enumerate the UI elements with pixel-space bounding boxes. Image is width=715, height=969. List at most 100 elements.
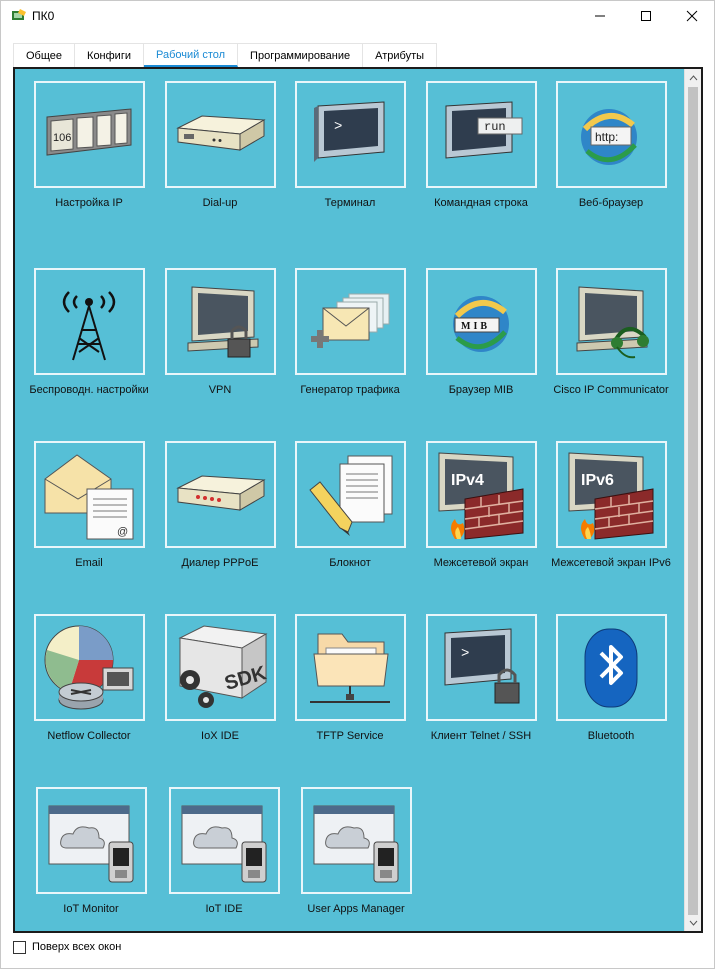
app-terminal[interactable]: > Терминал (286, 81, 414, 210)
bluetooth-icon (584, 628, 638, 707)
scroll-up-button[interactable] (685, 69, 701, 86)
app-mib-browser[interactable]: MIB Браузер MIB (417, 268, 545, 397)
tab-general[interactable]: Общее (13, 43, 76, 67)
app-wireless[interactable]: Беспроводн. настройки (25, 268, 153, 397)
tab-programming[interactable]: Программирование (238, 43, 364, 67)
title-bar[interactable]: ПК0 (1, 1, 714, 31)
app-iot-monitor[interactable]: IoT Monitor (27, 787, 155, 916)
app-netflow-collector[interactable]: Netflow Collector (25, 614, 153, 743)
app-label: Терминал (324, 197, 376, 209)
tab-bar: Общее Конфиги Рабочий стол Программирова… (13, 43, 438, 67)
netflow-pie-icon (44, 625, 134, 709)
sdk-box-icon: SDK (178, 624, 269, 708)
app-label: Диалер PPPoE (181, 557, 259, 569)
svg-text:@: @ (117, 526, 128, 538)
app-pppoe-dialer[interactable]: Диалер PPPoE (156, 441, 284, 570)
chevron-down-icon (689, 920, 698, 926)
svg-text:IPv6: IPv6 (581, 472, 614, 489)
app-label: Email (75, 557, 103, 569)
pc-app-icon (12, 9, 26, 20)
app-label: IoT IDE (205, 903, 243, 915)
app-label: Веб-браузер (578, 197, 644, 209)
tab-desktop[interactable]: Рабочий стол (143, 43, 239, 67)
app-dial-up[interactable]: Dial-up (156, 81, 284, 210)
app-label: VPN (208, 384, 232, 396)
web-browser-icon: http: (581, 108, 637, 165)
app-label: Браузер MIB (448, 384, 514, 396)
minimize-icon (595, 15, 605, 17)
svg-text:MIB: MIB (461, 321, 490, 332)
app-firewall[interactable]: IPv4 Межсетевой экран (417, 441, 545, 570)
app-label: Настройка IP (55, 197, 123, 209)
app-label: Межсетевой экран IPv6 (551, 557, 671, 569)
telnet-ssh-icon: > (444, 627, 520, 703)
app-label: IoT Monitor (63, 903, 119, 915)
svg-text:>: > (461, 646, 469, 662)
app-telnet-ssh[interactable]: > Клиент Telnet / SSH (417, 614, 545, 743)
terminal-icon: > (314, 100, 385, 162)
app-ip-configuration[interactable]: 106 Настройка IP (25, 81, 153, 210)
pppoe-dialer-icon (176, 474, 266, 511)
mib-browser-icon: MIB (453, 295, 509, 352)
app-notepad[interactable]: Блокнот (286, 441, 414, 570)
app-label: Клиент Telnet / SSH (430, 730, 532, 742)
app-command-prompt[interactable]: run Командная строка (417, 81, 545, 210)
vpn-lock-icon (187, 285, 259, 357)
app-user-apps-manager[interactable]: User Apps Manager (292, 787, 420, 916)
wireless-tower-icon (62, 290, 116, 360)
app-label: Генератор трафика (300, 384, 400, 396)
window-title: ПК0 (32, 9, 55, 23)
app-vpn[interactable]: VPN (156, 268, 284, 397)
app-web-browser[interactable]: http: Веб-браузер (547, 81, 675, 210)
dialup-modem-icon (176, 114, 266, 151)
app-traffic-generator[interactable]: Генератор трафика (286, 268, 414, 397)
traffic-generator-icon (311, 293, 390, 348)
close-icon (686, 10, 698, 22)
tab-attributes[interactable]: Атрибуты (363, 43, 438, 67)
tab-config[interactable]: Конфиги (75, 43, 144, 67)
pc-window: ПК0 Общее Конфиги Рабочий стол Программи… (0, 0, 715, 969)
vertical-scrollbar[interactable] (684, 69, 701, 931)
firewall-ipv4-icon: IPv4 (438, 451, 524, 540)
app-iox-ide[interactable]: SDK IoX IDE (156, 614, 284, 743)
close-button[interactable] (669, 1, 715, 31)
app-label: Блокнот (329, 557, 371, 569)
app-firewall-ipv6[interactable]: IPv6 Межсетевой экран IPv6 (547, 441, 675, 570)
email-envelope-icon: @ (44, 453, 134, 539)
ip-config-icon: 106 (46, 107, 132, 156)
firewall-ipv6-icon: IPv6 (568, 451, 654, 540)
iot-cloud-phone-icon (181, 805, 267, 882)
iot-cloud-phone-icon (313, 805, 399, 882)
app-email[interactable]: @ Email (25, 441, 153, 570)
svg-text:>: > (334, 119, 342, 135)
app-tftp-service[interactable]: TFTP Service (286, 614, 414, 743)
app-label: TFTP Service (316, 730, 384, 742)
app-bluetooth[interactable]: Bluetooth (547, 614, 675, 743)
svg-text:run: run (484, 120, 506, 134)
ip-communicator-headset-icon (576, 285, 649, 358)
app-label: Bluetooth (587, 730, 635, 742)
app-label: Командная строка (434, 197, 528, 209)
app-label: Беспроводн. настройки (29, 384, 149, 396)
chevron-up-icon (689, 74, 698, 80)
command-prompt-icon: run (445, 100, 523, 159)
maximize-button[interactable] (623, 1, 669, 31)
tftp-folder-icon (310, 633, 390, 703)
app-label: IoX IDE (201, 730, 239, 742)
app-iot-ide[interactable]: IoT IDE (160, 787, 288, 916)
desktop-panel: 106 Настройка IP Dial-up > Терминал run … (13, 67, 703, 933)
notepad-icon (309, 455, 393, 536)
app-label: Netflow Collector (47, 730, 131, 742)
svg-text:106: 106 (53, 132, 71, 144)
maximize-icon (641, 11, 651, 21)
always-on-top-label: Поверх всех окон (32, 941, 122, 953)
app-label: Межсетевой экран (433, 557, 529, 569)
app-label: User Apps Manager (307, 903, 405, 915)
minimize-button[interactable] (577, 1, 623, 31)
app-label: Cisco IP Communicator (553, 384, 669, 396)
scroll-down-button[interactable] (685, 914, 701, 931)
app-ip-communicator[interactable]: Cisco IP Communicator (547, 268, 675, 397)
scroll-thumb[interactable] (688, 87, 698, 915)
svg-text:IPv4: IPv4 (451, 472, 484, 489)
always-on-top-checkbox[interactable] (13, 941, 26, 954)
